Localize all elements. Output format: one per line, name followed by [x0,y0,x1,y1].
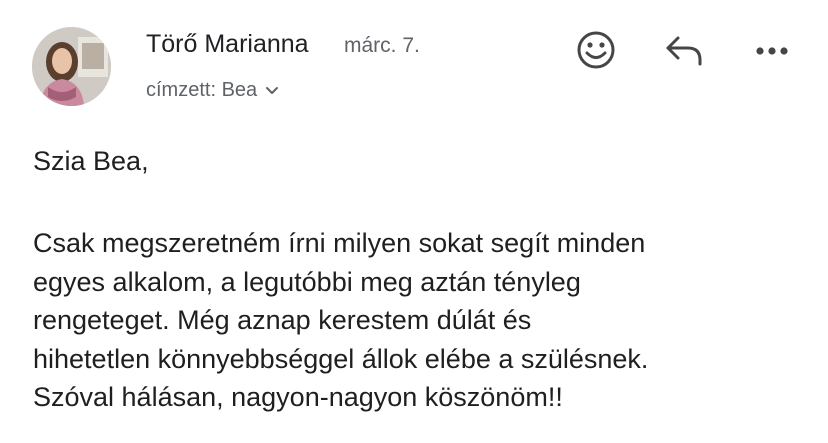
message-line: hihetetlen könnyebbséggel állok elébe a … [33,343,649,374]
message-line: Csak megszeretném írni milyen sokat segí… [33,228,646,258]
reply-icon [664,34,704,71]
chevron-down-icon [265,79,279,102]
avatar[interactable] [32,27,111,106]
recipient-label: címzett: Bea [146,79,258,101]
message-date: márc. 7. [344,34,420,57]
message-line: egyes alkalom, a legutóbbi meg aztán tén… [33,266,581,297]
emoji-reaction-icon [576,30,616,75]
reply-button[interactable] [662,30,706,74]
more-options-button[interactable] [750,30,794,74]
message-body: Csak megszeretném írni milyen sokat segí… [33,224,823,417]
avatar-photo [32,27,111,106]
message-line: Szóval hálásan, nagyon-nagyon köszönöm!! [33,382,563,412]
emoji-reaction-button[interactable] [574,30,618,74]
sender-name: Törő Marianna [146,30,309,58]
message-line: rengeteget. Még aznap kerestem dúlát és [33,305,532,335]
more-options-icon [754,43,790,61]
message-greeting: Szia Bea, [33,146,149,176]
recipient-toggle[interactable]: címzett: Bea [146,79,279,102]
